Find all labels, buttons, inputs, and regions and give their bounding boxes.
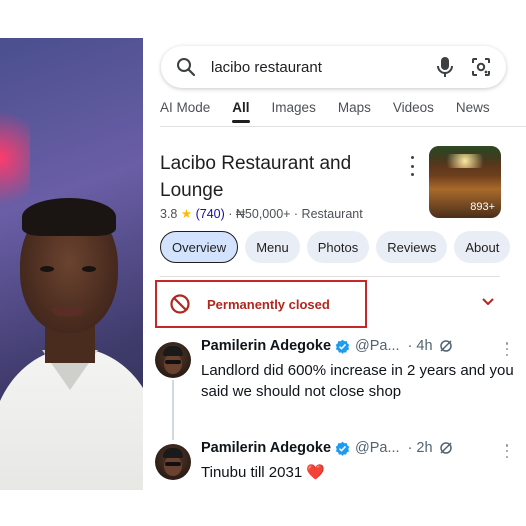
place-meta: 3.8 ★ (740) · ₦50,000+ · Restaurant: [160, 206, 363, 221]
search-bar[interactable]: lacibo restaurant: [161, 46, 506, 88]
tweet-time[interactable]: · 4h: [408, 338, 433, 354]
chip-about[interactable]: About: [454, 231, 511, 263]
photo-count: 893+: [470, 201, 495, 213]
status-label: Permanently closed: [207, 296, 330, 312]
search-query[interactable]: lacibo restaurant: [211, 59, 420, 76]
grok-icon[interactable]: [439, 441, 453, 455]
right-eye: [82, 266, 96, 272]
closed-status-highlight: Permanently closed: [155, 280, 367, 328]
chip-menu[interactable]: Menu: [245, 231, 300, 263]
author-handle[interactable]: @Pa...: [355, 338, 400, 354]
review-count-link[interactable]: (740): [196, 207, 225, 221]
verified-badge-icon: [335, 339, 350, 354]
chevron-down-icon[interactable]: [480, 296, 496, 308]
chip-overview[interactable]: Overview: [160, 231, 239, 263]
tab-news[interactable]: News: [456, 100, 490, 121]
more-vert-icon[interactable]: [408, 156, 416, 176]
verified-badge-icon: [335, 441, 350, 456]
ban-icon: [170, 294, 190, 314]
lens-icon[interactable]: [470, 56, 492, 78]
heart-emoji: ❤️: [306, 464, 326, 481]
person-photo: [0, 38, 143, 490]
avatar[interactable]: [155, 444, 191, 480]
search-icon[interactable]: [175, 56, 197, 78]
author-handle[interactable]: @Pa...: [355, 440, 400, 456]
price-and-type: · ₦50,000+ · Restaurant: [228, 207, 363, 221]
tab-all[interactable]: All: [232, 100, 250, 123]
chip-reviews[interactable]: Reviews: [376, 231, 448, 263]
chip-photos[interactable]: Photos: [306, 231, 370, 263]
avatar[interactable]: [155, 342, 191, 378]
author-name[interactable]: Pamilerin Adegoke: [201, 440, 331, 456]
tweet-text-row: Tinubu till 2031 ❤️: [201, 462, 521, 483]
grok-icon[interactable]: [439, 339, 453, 353]
place-title[interactable]: Lacibo Restaurant and Lounge: [160, 150, 390, 204]
tab-images[interactable]: Images: [272, 100, 316, 121]
tweet-header: Pamilerin Adegoke @Pa... · 2h: [201, 440, 453, 456]
star-icon: ★: [180, 207, 193, 221]
left-eye: [40, 266, 54, 272]
tabs-divider: [160, 126, 526, 127]
more-vert-icon[interactable]: [505, 342, 509, 356]
tab-maps[interactable]: Maps: [338, 100, 371, 121]
tweet-time[interactable]: · 2h: [408, 440, 433, 456]
background-light: [0, 98, 30, 218]
hair: [22, 198, 116, 236]
tweet-header: Pamilerin Adegoke @Pa... · 4h: [201, 338, 453, 354]
thumbnail-lights: [435, 154, 495, 168]
mouth: [52, 308, 84, 316]
thread-line: [172, 380, 174, 440]
tweet-text: Landlord did 600% increase in 2 years an…: [201, 362, 514, 400]
search-screenshot: lacibo restaurant AI Mode All Images Map…: [143, 38, 526, 490]
status-divider: [160, 276, 500, 277]
search-tabs: AI Mode All Images Maps Videos News: [160, 100, 512, 123]
place-photo-thumbnail[interactable]: 893+: [429, 146, 501, 218]
tweet-text: Tinubu till 2031: [201, 464, 303, 481]
mic-icon[interactable]: [434, 56, 456, 78]
author-name[interactable]: Pamilerin Adegoke: [201, 338, 331, 354]
more-vert-icon[interactable]: [505, 444, 509, 458]
tab-videos[interactable]: Videos: [393, 100, 434, 121]
place-chips: Overview Menu Photos Reviews About: [160, 231, 511, 263]
rating-value: 3.8: [160, 207, 178, 221]
tab-ai-mode[interactable]: AI Mode: [160, 100, 210, 121]
